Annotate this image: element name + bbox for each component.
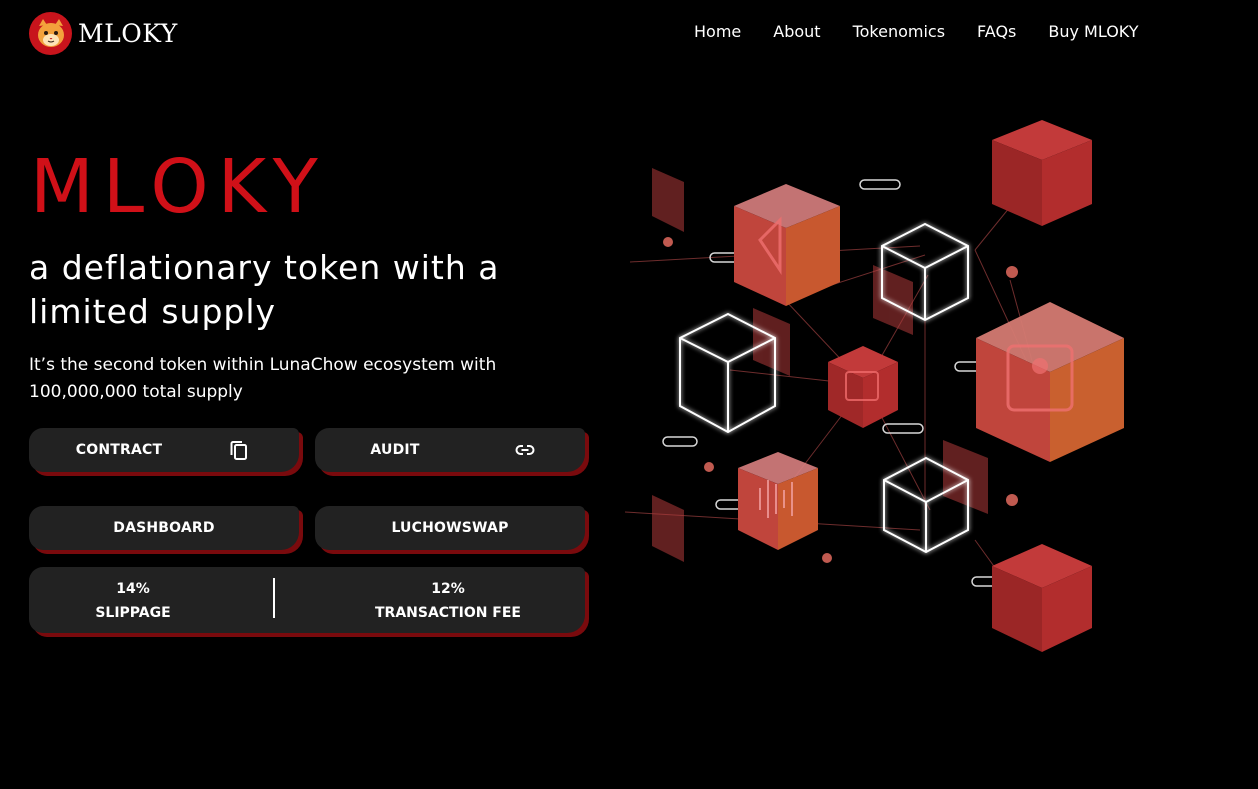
luchowswap-button-label: LUCHOWSWAP: [391, 520, 509, 536]
nav-tokenomics[interactable]: Tokenomics: [853, 22, 945, 41]
audit-button[interactable]: AUDIT: [315, 428, 585, 472]
token-stats: 14% SLIPPAGE 12% TRANSACTION FEE: [29, 567, 585, 633]
slippage-value: 14%: [116, 581, 150, 597]
luchowswap-button[interactable]: LUCHOWSWAP: [315, 506, 585, 550]
main-nav: Home About Tokenomics FAQs Buy MLOKY: [694, 22, 1138, 41]
contract-button-label: CONTRACT: [75, 442, 163, 458]
link-icon[interactable]: [515, 440, 535, 464]
slippage-stat: 14% SLIPPAGE: [83, 577, 183, 625]
contract-button[interactable]: CONTRACT: [29, 428, 299, 472]
nav-faqs[interactable]: FAQs: [977, 22, 1016, 41]
audit-button-label: AUDIT: [370, 442, 420, 458]
nav-about[interactable]: About: [773, 22, 820, 41]
hero-tagline: a deflationary token with a limited supp…: [29, 248, 500, 331]
copy-icon[interactable]: [229, 439, 249, 465]
cat-face-icon: [29, 12, 72, 55]
hero-description: It’s the second token within LunaChow ec…: [29, 355, 497, 402]
nav-home[interactable]: Home: [694, 22, 741, 41]
hero-title: MLOKY: [30, 144, 327, 230]
dashboard-button[interactable]: DASHBOARD: [29, 506, 299, 550]
nav-buy-mloky[interactable]: Buy MLOKY: [1048, 22, 1138, 41]
transaction-fee-stat: 12% TRANSACTION FEE: [363, 577, 533, 625]
dashboard-button-label: DASHBOARD: [113, 520, 215, 536]
blockchain-cubes-illustration: [620, 110, 1140, 674]
stat-divider: [273, 578, 275, 618]
transaction-fee-value: 12%: [431, 581, 465, 597]
logo-text: MLOKY: [78, 19, 178, 48]
logo[interactable]: MLOKY: [29, 12, 178, 55]
transaction-fee-label: TRANSACTION FEE: [374, 605, 521, 621]
slippage-label: SLIPPAGE: [95, 605, 171, 621]
